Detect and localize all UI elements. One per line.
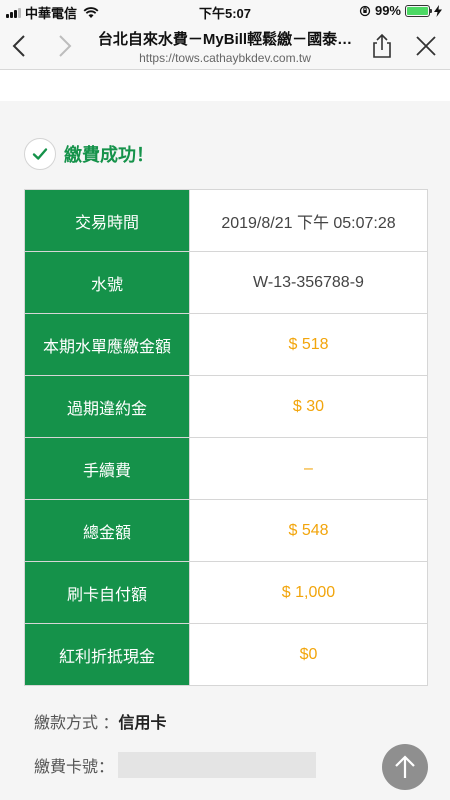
status-right: 99% <box>359 3 442 18</box>
charging-icon <box>434 4 442 17</box>
table-row: 本期水單應繳金額 $ 518 <box>24 313 428 376</box>
row-label: 本期水單應繳金額 <box>24 313 190 376</box>
row-value: $ 30 <box>189 375 428 438</box>
scroll-top-button[interactable] <box>382 744 428 790</box>
close-icon[interactable] <box>412 32 440 60</box>
page-title: 台北自來水費－MyBill輕鬆繳－國泰… <box>97 31 353 48</box>
table-row: 過期違約金 $ 30 <box>24 375 428 438</box>
row-label: 總金額 <box>24 499 190 562</box>
share-icon[interactable] <box>368 32 396 60</box>
table-row: 手續費 – <box>24 437 428 500</box>
orientation-lock-icon <box>359 5 371 16</box>
row-value: $ 548 <box>189 499 428 562</box>
table-row: 刷卡自付額 $ 1,000 <box>24 561 428 624</box>
row-label: 刷卡自付額 <box>24 561 190 624</box>
table-row: 紅利折抵現金 $0 <box>24 623 428 686</box>
row-label: 手續費 <box>24 437 190 500</box>
payment-details-table: 交易時間 2019/8/21 下午 05:07:28 水號 W-13-35678… <box>24 189 428 686</box>
row-value: W-13-356788-9 <box>189 251 428 314</box>
row-label: 水號 <box>24 251 190 314</box>
card-number-label: 繳費卡號： <box>34 759 115 776</box>
row-value: – <box>189 437 428 500</box>
page-top-spacer <box>0 71 450 101</box>
battery-percent: 99% <box>374 3 401 18</box>
table-row: 水號 W-13-356788-9 <box>24 251 428 314</box>
battery-icon <box>405 4 432 17</box>
status-bar: 中華電信 下午5:07 99% <box>0 0 450 22</box>
row-label: 交易時間 <box>24 189 190 252</box>
row-value: $ 518 <box>189 313 428 376</box>
row-label: 過期違約金 <box>24 375 190 438</box>
payment-method-value: 信用卡 <box>118 715 167 732</box>
chevron-right-icon[interactable] <box>50 32 78 60</box>
page-title-area[interactable]: 台北自來水費－MyBill輕鬆繳－國泰… https://tows.cathay… <box>90 28 360 65</box>
row-label: 紅利折抵現金 <box>24 623 190 686</box>
row-value: $ 1,000 <box>189 561 428 624</box>
page-url: https://tows.cathaybkdev.com.tw <box>139 51 311 65</box>
browser-toolbar: 台北自來水費－MyBill輕鬆繳－國泰… https://tows.cathay… <box>0 22 450 70</box>
check-icon <box>24 138 56 170</box>
payment-method: 繳款方式 ：信用卡 <box>34 709 166 733</box>
row-value: 2019/8/21 下午 05:07:28 <box>189 189 428 252</box>
success-message: 繳費成功！ <box>24 138 154 170</box>
card-number-masked <box>118 752 317 778</box>
card-number: 繳費卡號： <box>34 752 317 778</box>
table-row: 交易時間 2019/8/21 下午 05:07:28 <box>24 189 428 252</box>
arrow-up-icon <box>395 755 415 778</box>
chevron-left-icon[interactable] <box>6 32 34 60</box>
row-value: $0 <box>189 623 428 686</box>
table-row: 總金額 $ 548 <box>24 499 428 562</box>
payment-method-label: 繳款方式 ： <box>34 715 119 732</box>
success-text: 繳費成功！ <box>64 145 154 165</box>
